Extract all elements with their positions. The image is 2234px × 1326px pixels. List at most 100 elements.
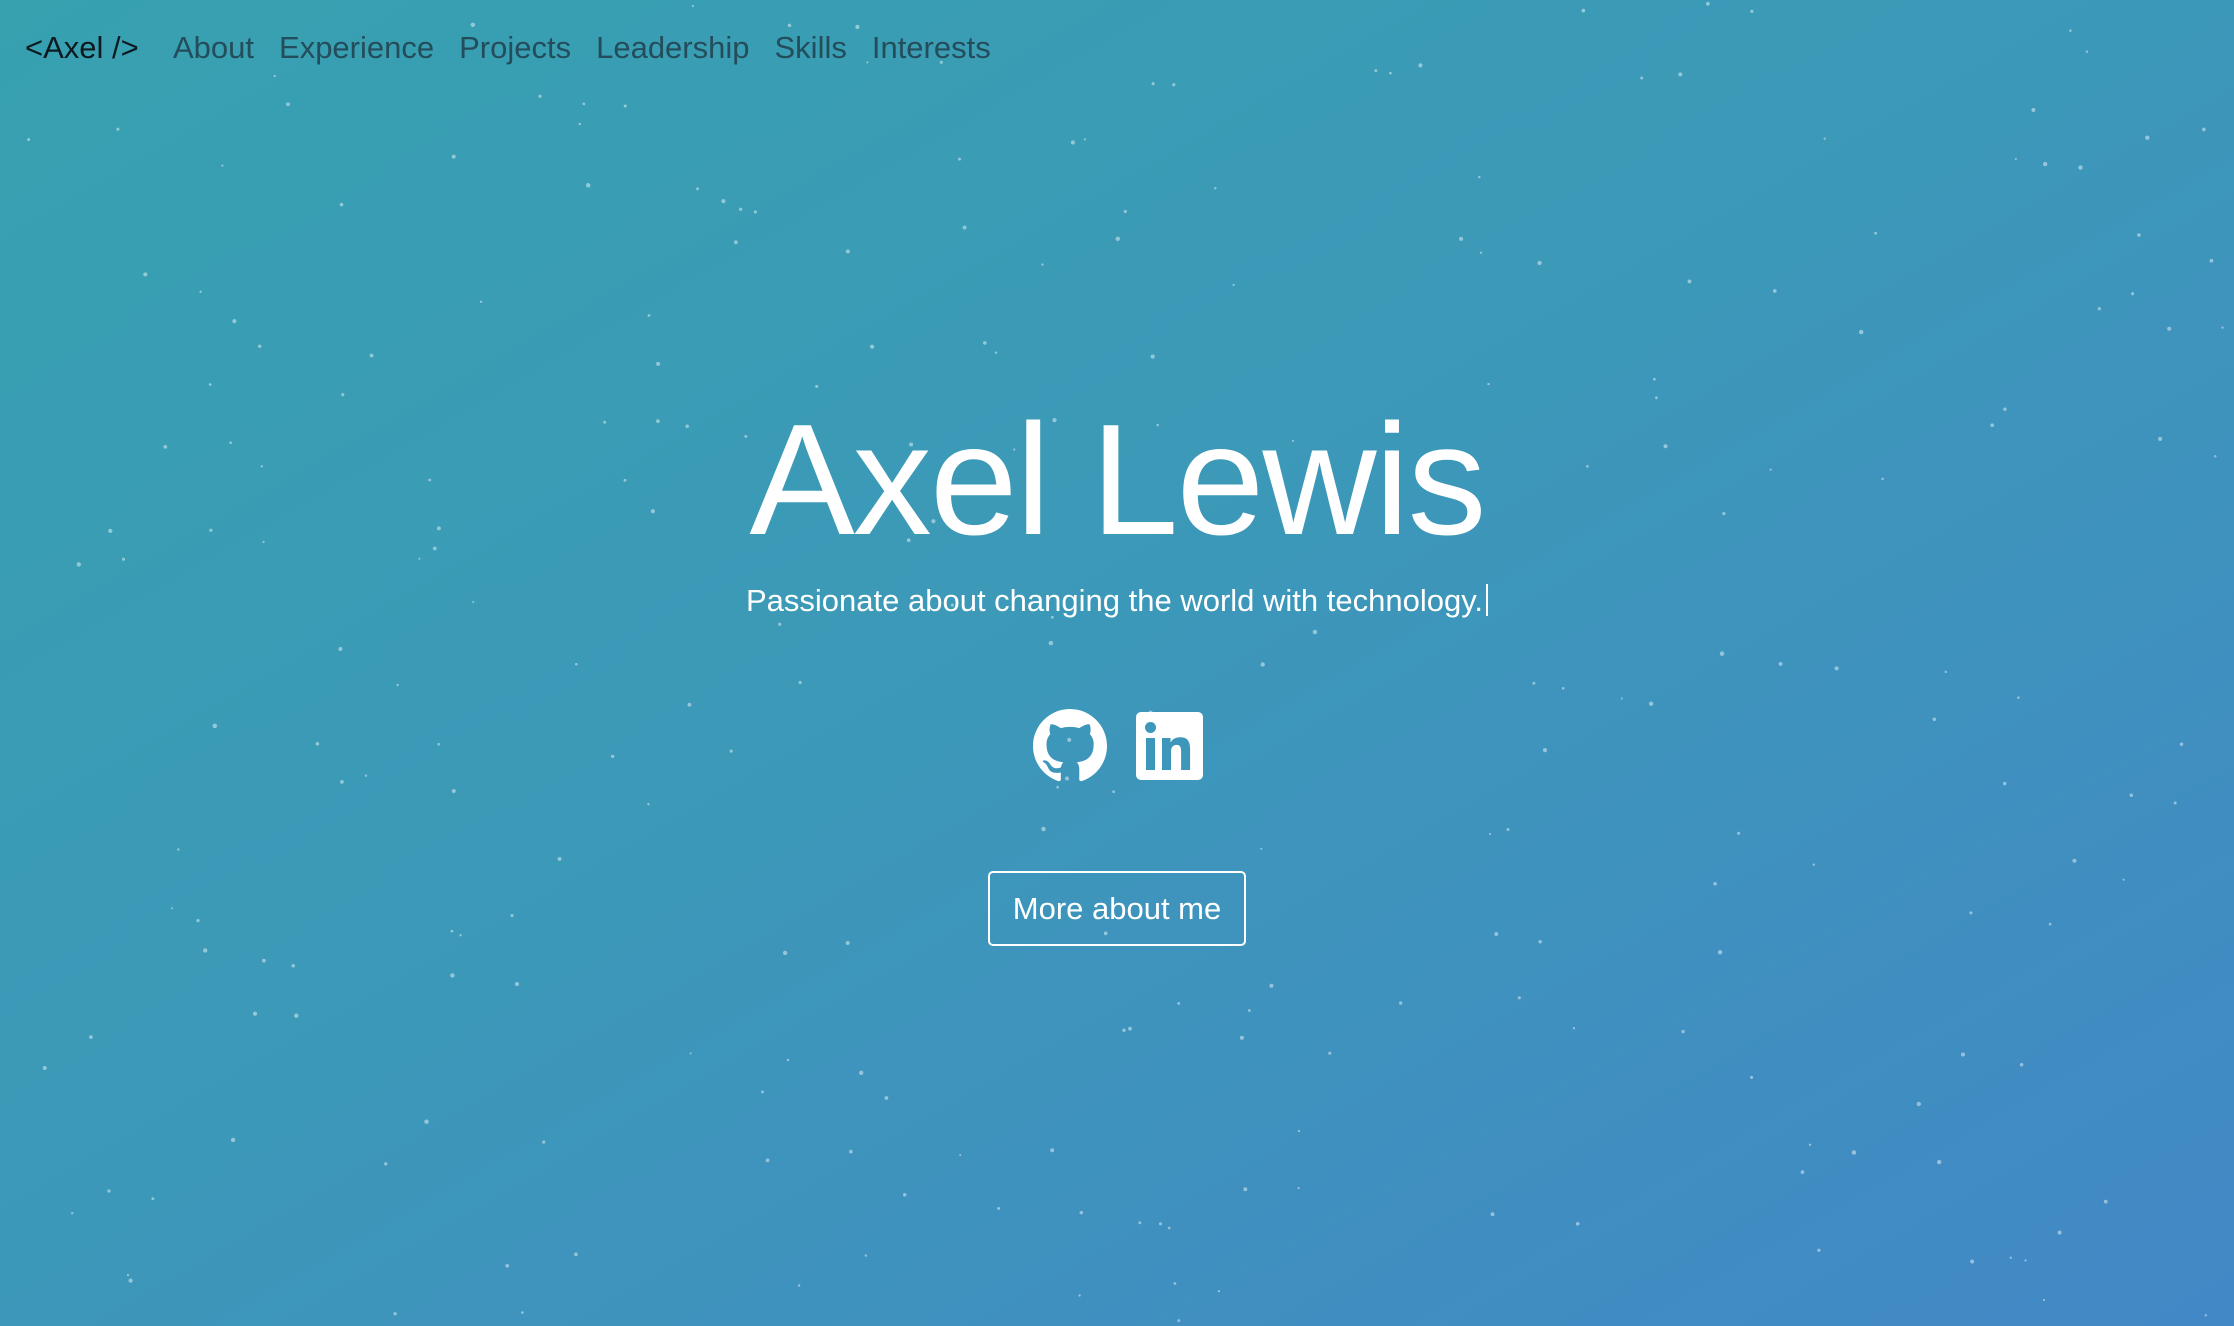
star-dot xyxy=(1247,1009,1251,1012)
star-dot xyxy=(765,1158,770,1163)
hero-tagline: Passionate about changing the world with… xyxy=(745,583,1484,618)
star-dot xyxy=(208,383,212,386)
star-dot xyxy=(338,646,343,652)
star-dot xyxy=(1859,329,1864,335)
star-dot xyxy=(2057,1230,2062,1235)
star-dot xyxy=(542,1140,546,1144)
star-dot xyxy=(2129,793,2134,798)
star-dot xyxy=(845,249,850,254)
star-dot xyxy=(339,202,344,207)
linkedin-link[interactable] xyxy=(1133,709,1207,783)
nav-links: About Experience Projects Leadership Ski… xyxy=(173,30,1016,66)
star-dot xyxy=(1328,1051,1332,1055)
star-dot xyxy=(1532,681,1536,685)
star-dot xyxy=(107,1189,111,1193)
star-dot xyxy=(1620,697,1623,700)
star-dot xyxy=(734,240,738,245)
nav-link-experience[interactable]: Experience xyxy=(279,30,434,66)
star-dot xyxy=(27,138,31,142)
star-dot xyxy=(2209,258,2214,263)
star-dot xyxy=(797,1284,801,1287)
star-dot xyxy=(369,353,374,358)
star-dot xyxy=(2145,135,2150,140)
star-dot xyxy=(257,344,262,349)
star-dot xyxy=(424,1119,429,1124)
star-dot xyxy=(128,1278,133,1283)
star-dot xyxy=(1217,1290,1221,1293)
star-dot xyxy=(962,225,967,230)
star-dot xyxy=(1123,209,1127,214)
star-dot xyxy=(1681,1029,1685,1034)
brand-logo[interactable]: <Axel /> xyxy=(25,30,139,66)
star-dot xyxy=(1750,1075,1754,1079)
star-dot xyxy=(578,122,582,126)
star-dot xyxy=(1297,1129,1301,1133)
nav-link-leadership[interactable]: Leadership xyxy=(596,30,749,66)
nav-link-interests[interactable]: Interests xyxy=(872,30,991,66)
star-dot xyxy=(450,929,454,933)
star-dot xyxy=(1800,1170,1805,1174)
star-dot xyxy=(1112,790,1115,794)
star-dot xyxy=(1079,1210,1084,1215)
star-dot xyxy=(315,742,320,746)
star-dot xyxy=(1243,1187,1248,1192)
star-dot xyxy=(1115,236,1121,242)
star-dot xyxy=(1517,996,1521,1000)
star-dot xyxy=(1479,251,1483,254)
star-dot xyxy=(753,210,757,214)
star-dot xyxy=(451,788,456,794)
star-dot xyxy=(610,754,615,759)
star-dot xyxy=(2019,1062,2024,1067)
star-dot xyxy=(1128,1026,1132,1031)
star-dot xyxy=(1173,1282,1177,1285)
star-dot xyxy=(959,1153,962,1157)
star-dot xyxy=(1653,377,1656,381)
more-about-me-button[interactable]: More about me xyxy=(988,871,1246,946)
nav-link-projects[interactable]: Projects xyxy=(459,30,571,66)
star-dot xyxy=(126,1273,130,1277)
star-dot xyxy=(2042,1298,2046,1302)
star-dot xyxy=(1122,1028,1126,1032)
star-dot xyxy=(1490,1212,1495,1217)
star-dot xyxy=(2078,165,2083,170)
star-dot xyxy=(582,102,586,106)
star-dot xyxy=(2014,157,2017,160)
star-dot xyxy=(687,702,692,707)
star-dot xyxy=(196,918,200,923)
star-dot xyxy=(143,272,148,277)
star-dot xyxy=(221,164,224,167)
star-dot xyxy=(1808,1143,1812,1146)
star-dot xyxy=(451,154,456,159)
star-dot xyxy=(2173,801,2177,805)
star-dot xyxy=(1050,1148,1055,1153)
star-dot xyxy=(42,1066,47,1070)
star-dot xyxy=(71,1212,74,1215)
nav-link-skills[interactable]: Skills xyxy=(775,30,847,66)
star-dot xyxy=(2221,326,2224,329)
github-link[interactable] xyxy=(1033,709,1107,783)
star-dot xyxy=(1459,236,1464,241)
star-dot xyxy=(1239,1035,1244,1040)
star-dot xyxy=(1538,939,1542,944)
star-dot xyxy=(782,950,788,956)
star-dot xyxy=(340,780,344,784)
star-dot xyxy=(870,344,875,349)
navbar: <Axel /> About Experience Projects Leade… xyxy=(0,0,2234,100)
star-dot xyxy=(1944,670,1948,674)
star-dot xyxy=(212,723,218,729)
star-dot xyxy=(1937,1159,1942,1165)
star-dot xyxy=(1932,717,1937,722)
star-dot xyxy=(1737,831,1741,835)
star-dot xyxy=(1260,662,1265,667)
star-dot xyxy=(1041,826,1046,832)
star-dot xyxy=(2202,127,2206,132)
star-dot xyxy=(2024,1259,2027,1262)
star-dot xyxy=(859,1070,864,1075)
star-dot xyxy=(2103,1199,2108,1204)
star-dot xyxy=(1812,863,1816,866)
star-dot xyxy=(230,1137,236,1143)
star-dot xyxy=(2017,696,2020,699)
nav-link-about[interactable]: About xyxy=(173,30,254,66)
star-dot xyxy=(1969,911,1973,915)
star-dot xyxy=(1542,748,1548,753)
